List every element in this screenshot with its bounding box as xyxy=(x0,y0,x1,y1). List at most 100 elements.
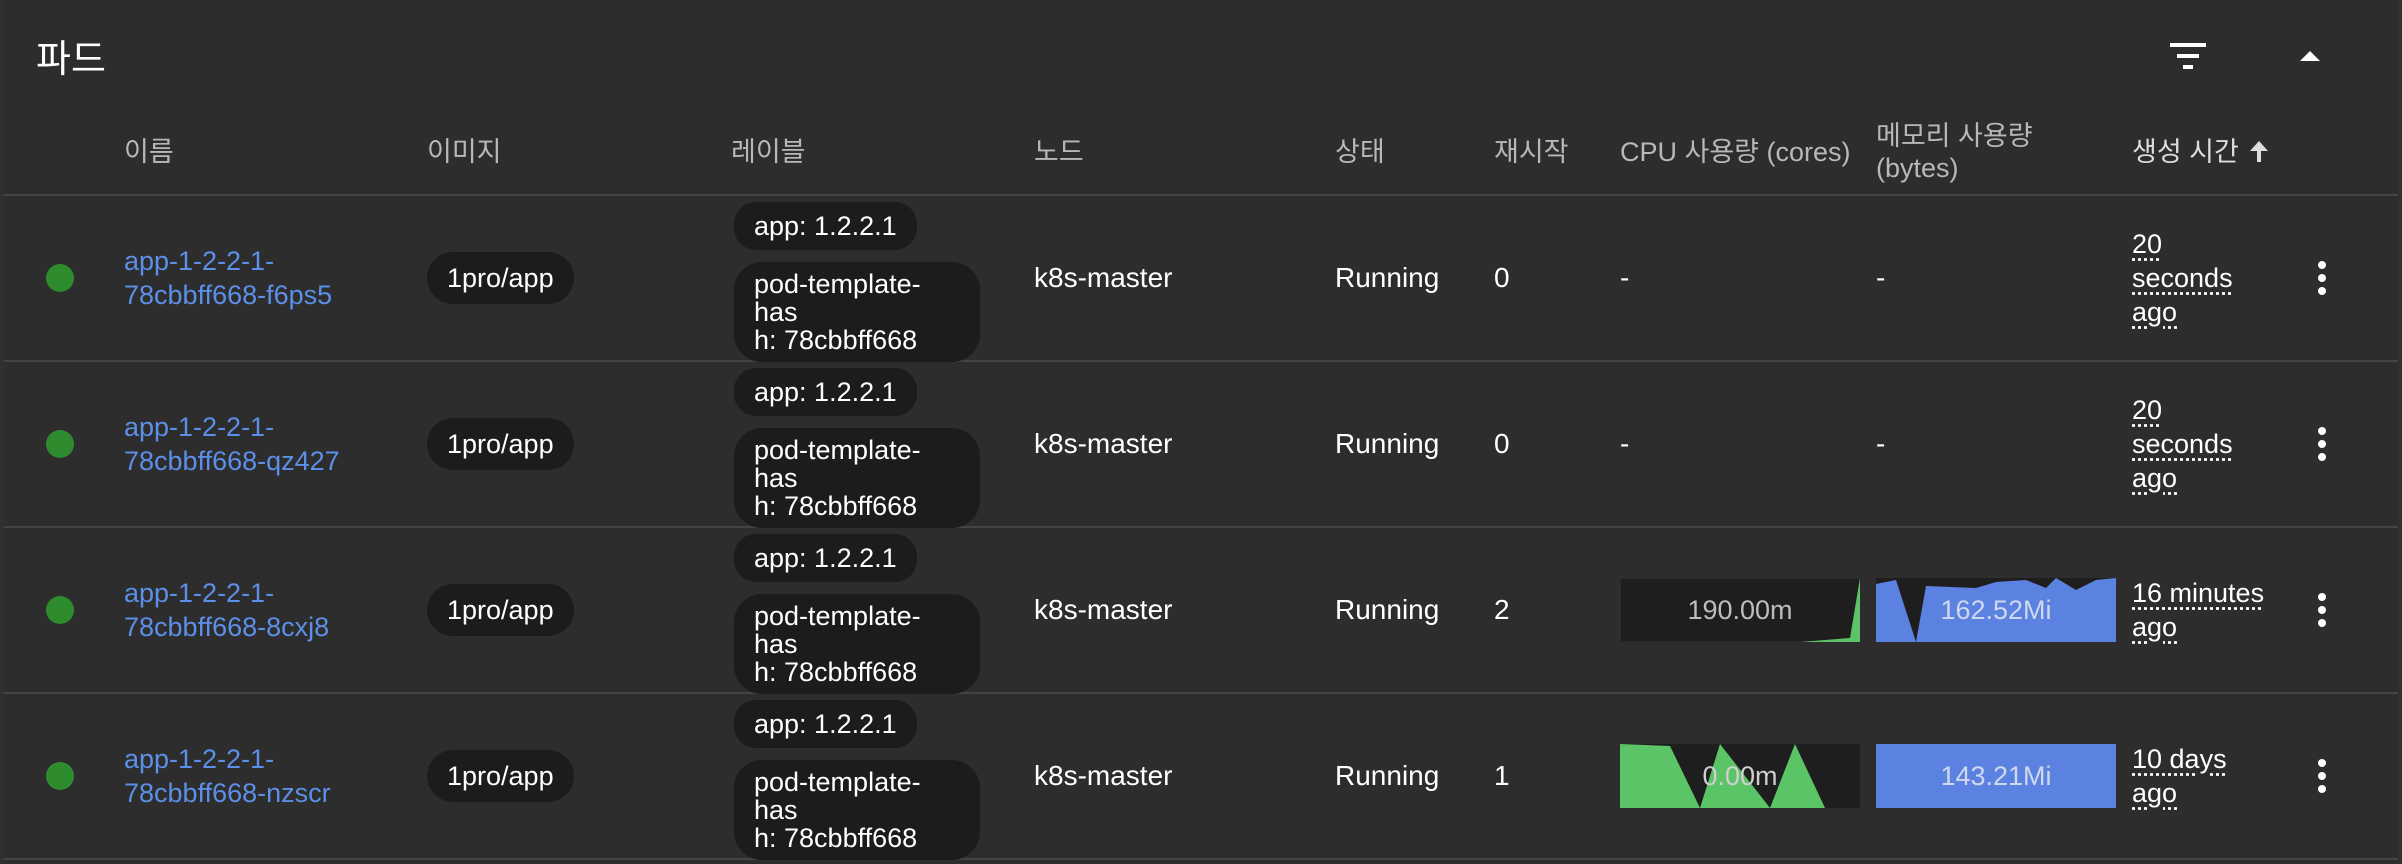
column-header-labels: 레이블 xyxy=(731,137,806,167)
table-row: app-1-2-2-1- 78cbbff668-8cxj8 1pro/app a… xyxy=(4,528,2398,694)
cpu-sparkline: 190.00m xyxy=(1620,528,1860,692)
column-header-node: 노드 xyxy=(1034,137,1084,167)
cpu-value: 190.00m xyxy=(1687,594,1793,625)
cpu-value: - xyxy=(1620,428,1630,459)
creation-time-line2: seconds xyxy=(2132,263,2233,293)
cpu-value: - xyxy=(1620,262,1630,293)
pod-name-line1[interactable]: app-1-2-2-1- xyxy=(124,742,274,776)
pod-name-line2[interactable]: 78cbbff668-f6ps5 xyxy=(124,278,332,312)
column-header-memory-line2: (bytes) xyxy=(1876,153,1959,183)
column-header-cpu: CPU 사용량 (cores) xyxy=(1620,137,1851,167)
label-chip-app[interactable]: app: 1.2.2.1 xyxy=(734,700,917,748)
cpu-value: 0.00m xyxy=(1702,760,1778,791)
label-chip-app[interactable]: app: 1.2.2.1 xyxy=(734,534,917,582)
pod-name-link[interactable]: app-1-2-2-1- 78cbbff668-nzscr xyxy=(124,694,331,858)
label-chip-template-hash-line2: h: 78cbbff668 xyxy=(754,491,918,521)
column-header-created[interactable]: 생성 시간 xyxy=(2132,110,2269,194)
labels-cell: app: 1.2.2.1 pod-template-has h: 78cbbff… xyxy=(734,202,980,362)
arrow-up-icon xyxy=(2249,141,2269,163)
restarts-value: 1 xyxy=(1494,760,1510,791)
pod-name-line2[interactable]: 78cbbff668-8cxj8 xyxy=(124,610,329,644)
column-header-created-label: 생성 시간 xyxy=(2132,137,2239,167)
label-chip-app[interactable]: app: 1.2.2.1 xyxy=(734,368,917,416)
pod-name-line2[interactable]: 78cbbff668-nzscr xyxy=(124,776,331,810)
label-chip-template-hash[interactable]: pod-template-has h: 78cbbff668 xyxy=(734,428,980,528)
more-vert-icon[interactable] xyxy=(2304,362,2340,526)
pods-card: 파드 이름 이미지 레이블 노드 상태 재시작 CPU 사용량 (cores) … xyxy=(4,0,2398,864)
more-vert-icon[interactable] xyxy=(2304,528,2340,692)
card-header: 파드 xyxy=(4,0,2398,110)
label-chip-template-hash-line2: h: 78cbbff668 xyxy=(754,325,918,355)
creation-time-line1: 10 days xyxy=(2132,744,2227,774)
pods-table: 이름 이미지 레이블 노드 상태 재시작 CPU 사용량 (cores) 메모리… xyxy=(4,110,2398,860)
restarts-value: 2 xyxy=(1494,594,1510,625)
filter-icon[interactable] xyxy=(2168,36,2208,76)
table-row: app-1-2-2-1- 78cbbff668-f6ps5 1pro/app a… xyxy=(4,196,2398,362)
memory-value: 162.52Mi xyxy=(1940,594,2052,625)
node-value: k8s-master xyxy=(1034,428,1173,459)
label-chip-app[interactable]: app: 1.2.2.1 xyxy=(734,202,917,250)
more-vert-icon[interactable] xyxy=(2304,196,2340,360)
label-chip-template-hash-line2: h: 78cbbff668 xyxy=(754,823,918,853)
creation-time-line2: ago xyxy=(2132,778,2178,808)
pod-name-line1[interactable]: app-1-2-2-1- xyxy=(124,410,274,444)
label-chip-template-hash[interactable]: pod-template-has h: 78cbbff668 xyxy=(734,262,980,362)
creation-time-line1: 20 xyxy=(2132,395,2163,425)
memory-value: - xyxy=(1876,428,1886,459)
label-chip-template-hash[interactable]: pod-template-has h: 78cbbff668 xyxy=(734,760,980,860)
creation-time-line1: 20 xyxy=(2132,229,2163,259)
column-header-status: 상태 xyxy=(1335,137,1385,167)
label-chip-template-hash[interactable]: pod-template-has h: 78cbbff668 xyxy=(734,594,980,694)
more-vert-icon[interactable] xyxy=(2304,694,2340,858)
image-chip[interactable]: 1pro/app xyxy=(427,750,574,802)
pod-name-link[interactable]: app-1-2-2-1- 78cbbff668-qz427 xyxy=(124,362,340,526)
column-header-restarts: 재시작 xyxy=(1494,137,1569,167)
creation-time: 10 days ago xyxy=(2132,694,2227,858)
status-value: Running xyxy=(1335,428,1440,459)
status-dot-icon xyxy=(46,362,74,526)
image-chip[interactable]: 1pro/app xyxy=(427,252,574,304)
card-title: 파드 xyxy=(36,39,106,81)
image-chip-cell: 1pro/app xyxy=(427,694,574,858)
node-value: k8s-master xyxy=(1034,760,1173,791)
labels-cell: app: 1.2.2.1 pod-template-has h: 78cbbff… xyxy=(734,534,980,694)
column-header-memory: 메모리 사용량 (bytes) xyxy=(1876,110,2033,194)
table-header: 이름 이미지 레이블 노드 상태 재시작 CPU 사용량 (cores) 메모리… xyxy=(4,110,2398,196)
restarts-value: 0 xyxy=(1494,262,1510,293)
memory-sparkline: 143.21Mi xyxy=(1876,694,2116,858)
memory-sparkline: 162.52Mi xyxy=(1876,528,2116,692)
pod-name-line2[interactable]: 78cbbff668-qz427 xyxy=(124,444,340,478)
status-dot-icon xyxy=(46,196,74,360)
image-chip-cell: 1pro/app xyxy=(427,528,574,692)
label-chip-template-hash-line1: pod-template-has xyxy=(754,435,921,493)
restarts-value: 0 xyxy=(1494,428,1510,459)
table-row: app-1-2-2-1- 78cbbff668-qz427 1pro/app a… xyxy=(4,362,2398,528)
creation-time-line3: ago xyxy=(2132,463,2178,493)
creation-time: 20 seconds ago xyxy=(2132,362,2233,526)
image-chip-cell: 1pro/app xyxy=(427,196,574,360)
column-header-image: 이미지 xyxy=(427,137,502,167)
column-header-name[interactable]: 이름 xyxy=(124,110,174,194)
label-chip-template-hash-line1: pod-template-has xyxy=(754,767,921,825)
status-value: Running xyxy=(1335,594,1440,625)
creation-time-line2: seconds xyxy=(2132,429,2233,459)
image-chip[interactable]: 1pro/app xyxy=(427,418,574,470)
pod-name-link[interactable]: app-1-2-2-1- 78cbbff668-f6ps5 xyxy=(124,196,332,360)
creation-time-line2: ago xyxy=(2132,612,2178,642)
table-row: app-1-2-2-1- 78cbbff668-nzscr 1pro/app a… xyxy=(4,694,2398,860)
label-chip-template-hash-line1: pod-template-has xyxy=(754,269,921,327)
chevron-up-icon[interactable] xyxy=(2290,36,2330,76)
pod-name-line1[interactable]: app-1-2-2-1- xyxy=(124,576,274,610)
image-chip[interactable]: 1pro/app xyxy=(427,584,574,636)
memory-value: - xyxy=(1876,262,1886,293)
pod-name-link[interactable]: app-1-2-2-1- 78cbbff668-8cxj8 xyxy=(124,528,329,692)
status-dot-icon xyxy=(46,694,74,858)
status-dot-icon xyxy=(46,528,74,692)
pod-name-line1[interactable]: app-1-2-2-1- xyxy=(124,244,274,278)
labels-cell: app: 1.2.2.1 pod-template-has h: 78cbbff… xyxy=(734,700,980,860)
cpu-sparkline: 0.00m xyxy=(1620,694,1860,858)
image-chip-cell: 1pro/app xyxy=(427,362,574,526)
label-chip-template-hash-line1: pod-template-has xyxy=(754,601,921,659)
creation-time: 20 seconds ago xyxy=(2132,196,2233,360)
label-chip-template-hash-line2: h: 78cbbff668 xyxy=(754,657,918,687)
